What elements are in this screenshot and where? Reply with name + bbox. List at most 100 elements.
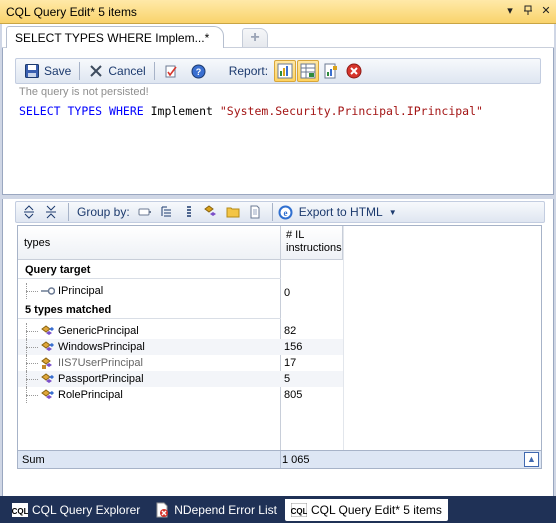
type-name: RolePrincipal [58, 389, 123, 401]
type-name: IPrincipal [58, 285, 104, 297]
table-row[interactable]: IPrincipal [18, 283, 281, 299]
internal-class-icon [40, 356, 56, 370]
table-row[interactable]: WindowsPrincipal [18, 339, 281, 355]
tab-cql-query-edit[interactable]: CQL CQL Query Edit* 5 items [284, 498, 448, 521]
bottom-tool-tabs: CQL CQL Query Explorer NDepend Error Lis… [0, 496, 556, 523]
internet-explorer-icon: e [277, 203, 295, 221]
new-tab-button[interactable]: + [242, 28, 268, 47]
group-by-method-icon[interactable] [202, 203, 220, 221]
table-row[interactable]: PassportPrincipal [18, 371, 281, 387]
query-string-literal: "System.Security.Principal.IPrincipal" [219, 104, 483, 118]
toolbar-separator [79, 62, 81, 80]
type-name: PassportPrincipal [58, 373, 144, 385]
chevron-down-icon: ▼ [388, 207, 397, 217]
tree-connector [26, 371, 40, 387]
floppy-disk-icon [24, 63, 40, 79]
results-grid: types # IL instructions Query target IPr… [17, 225, 542, 468]
group-label: 5 types matched [25, 304, 112, 316]
group-row-types-matched[interactable]: 5 types matched [18, 302, 281, 319]
il-value: 82 [284, 325, 297, 337]
column-divider [343, 226, 344, 467]
save-button[interactable]: Save [20, 60, 75, 82]
svg-text:CQL: CQL [291, 507, 307, 516]
report-label: Report: [228, 64, 269, 78]
toolbar-separator [271, 203, 273, 221]
il-value: 805 [284, 389, 303, 401]
not-persisted-warning: The query is not persisted! [19, 86, 149, 98]
tab-cql-query-explorer[interactable]: CQL CQL Query Explorer [6, 499, 146, 521]
group-by-label: Group by: [77, 205, 130, 219]
folder-icon[interactable] [224, 203, 242, 221]
svg-text:e: e [284, 208, 288, 218]
tab-label: NDepend Error List [174, 502, 277, 517]
keyword-types: TYPES [67, 104, 103, 118]
window-title: CQL Query Edit* 5 items [6, 4, 137, 19]
tab-ndepend-error-list[interactable]: NDepend Error List [148, 499, 283, 521]
error-list-icon [154, 502, 170, 518]
type-name: GenericPrincipal [58, 325, 139, 337]
toolbar-separator [153, 62, 155, 80]
cancel-x-icon [88, 63, 104, 79]
type-name: IIS7UserPrincipal [58, 357, 143, 369]
column-header-il-instructions[interactable]: # IL instructions [281, 226, 343, 260]
report-chart-icon[interactable] [274, 60, 297, 82]
sum-row: Sum 1 065 ▲ [17, 450, 542, 469]
tree-connector [26, 355, 40, 371]
group-by-assembly-icon[interactable] [136, 203, 154, 221]
column-header-types[interactable]: types [18, 226, 281, 260]
help-icon: ? [191, 63, 207, 79]
table-row[interactable]: RolePrincipal [18, 387, 281, 403]
group-row-query-target[interactable]: Query target [18, 262, 281, 279]
window-controls: ▾ ✕ [504, 5, 552, 17]
table-row[interactable]: IIS7UserPrincipal [18, 355, 281, 371]
group-by-namespace-icon[interactable] [158, 203, 176, 221]
export-to-html-button[interactable]: e Export to HTML ▼ [277, 203, 397, 221]
report-export-icon[interactable] [320, 60, 342, 82]
il-value: 0 [284, 287, 291, 299]
class-icon [40, 324, 56, 338]
save-label: Save [44, 64, 72, 78]
collapse-all-icon[interactable] [42, 203, 60, 221]
class-icon [40, 388, 56, 402]
keyword-select: SELECT [19, 104, 61, 118]
window-menu-dropdown-icon[interactable]: ▾ [504, 5, 516, 17]
query-condition: Implement [150, 104, 213, 118]
doc-tab-label: SELECT TYPES WHERE Implem...* [15, 30, 210, 45]
document-tab-strip: SELECT TYPES WHERE Implem...* + [2, 24, 554, 48]
group-label: Query target [25, 264, 91, 276]
interface-icon [40, 284, 56, 298]
doc-tab-query[interactable]: SELECT TYPES WHERE Implem...* [6, 26, 225, 48]
document-icon[interactable] [246, 203, 264, 221]
cancel-label: Cancel [108, 64, 146, 78]
column-header-types-label: types [24, 236, 51, 249]
cql-icon: CQL [290, 502, 307, 518]
toolbar-separator [68, 203, 69, 221]
results-toolbar: Group by: e Export to HTML ▼ [15, 201, 545, 223]
cql-icon: CQL [12, 502, 28, 518]
svg-text:CQL: CQL [12, 507, 28, 516]
help-button[interactable]: ? [187, 60, 215, 82]
cql-query-edit-window: CQL Query Edit* 5 items ▾ ✕ SELECT TYPES… [0, 0, 556, 523]
column-header-il-label: # IL instructions [286, 229, 342, 254]
keyword-where: WHERE [109, 104, 144, 118]
tree-connector [26, 339, 40, 355]
tree-connector [26, 283, 40, 299]
window-pin-icon[interactable] [522, 5, 534, 17]
class-icon [40, 340, 56, 354]
sum-label: Sum [22, 454, 45, 466]
stop-icon[interactable] [343, 60, 365, 82]
edit-query-button[interactable] [159, 60, 187, 82]
query-results-pane: Group by: e Export to HTML ▼ types # IL … [2, 199, 554, 496]
tree-connector [26, 387, 40, 403]
cancel-button[interactable]: Cancel [84, 60, 149, 82]
cql-query-text[interactable]: SELECT TYPES WHERE Implement "System.Sec… [19, 104, 483, 118]
collapse-up-icon[interactable]: ▲ [524, 452, 539, 467]
expand-all-icon[interactable] [20, 203, 38, 221]
report-grid-icon[interactable] [297, 60, 320, 82]
plus-icon: + [250, 29, 260, 46]
window-close-icon[interactable]: ✕ [540, 5, 552, 17]
table-row[interactable]: GenericPrincipal [18, 323, 281, 339]
type-name: WindowsPrincipal [58, 341, 145, 353]
group-by-type-icon[interactable] [180, 203, 198, 221]
editor-toolbar: Save Cancel ? Report: [15, 58, 541, 84]
